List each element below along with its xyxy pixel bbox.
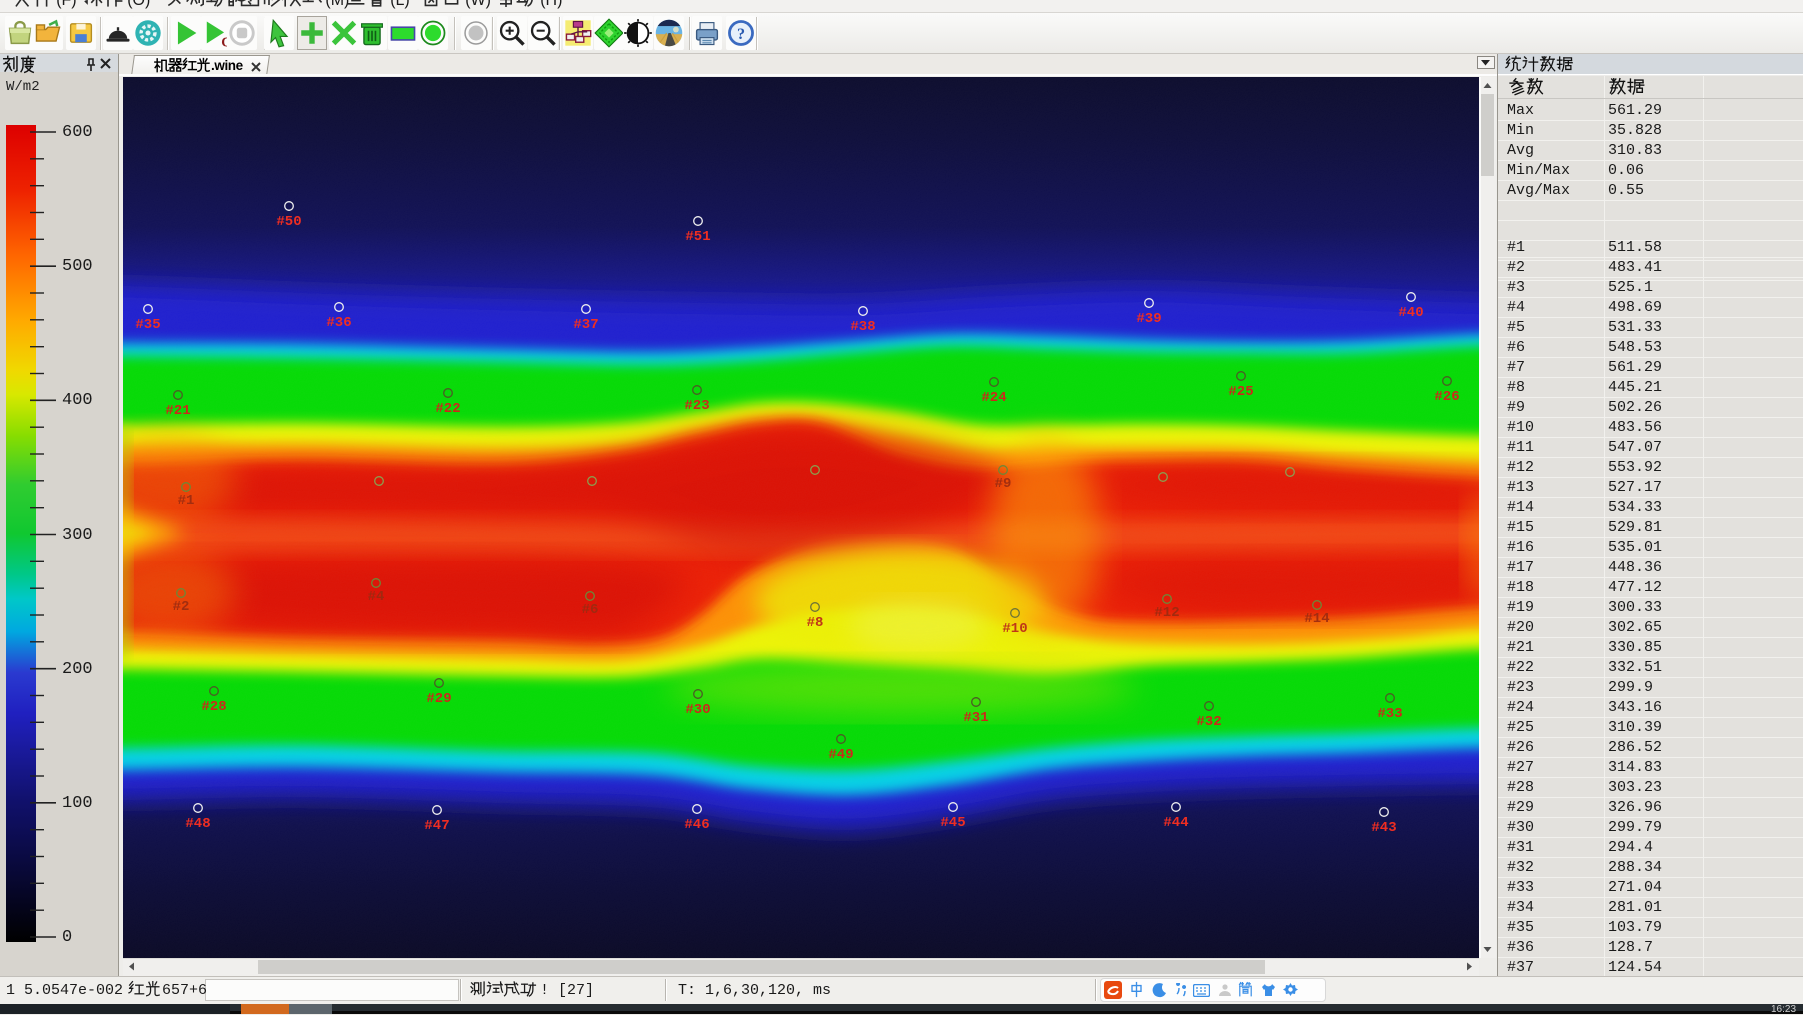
svg-text:?: ? [737, 26, 745, 43]
